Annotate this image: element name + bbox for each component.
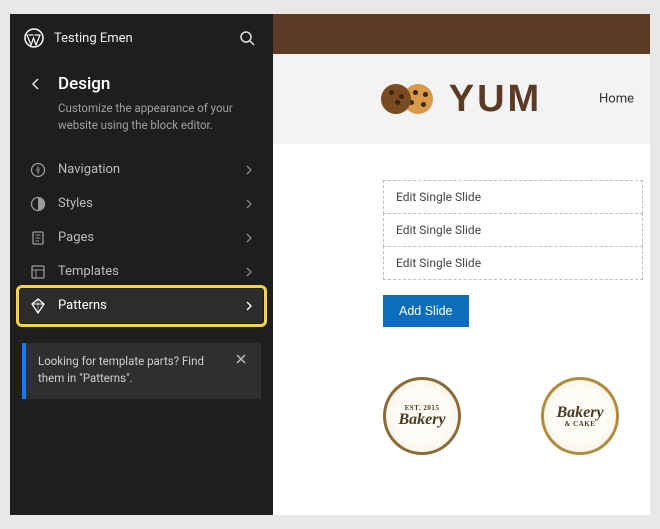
notice-text: Looking for template parts? Find them in… <box>38 353 223 388</box>
editor-sidebar: Testing Emen Design Customize the appear… <box>10 14 273 515</box>
sidebar-item-navigation[interactable]: Navigation <box>20 153 263 187</box>
slide-edit-row[interactable]: Edit Single Slide <box>383 180 643 214</box>
sidebar-item-styles[interactable]: Styles <box>20 187 263 221</box>
badge-main-text: Bakery <box>398 412 445 428</box>
close-icon[interactable] <box>231 353 251 388</box>
preview-top-banner <box>273 14 650 54</box>
add-slide-button[interactable]: Add Slide <box>383 295 469 327</box>
half-circle-icon <box>30 196 46 212</box>
wordpress-logo-icon[interactable] <box>24 28 44 48</box>
chevron-right-icon <box>245 165 253 175</box>
sidebar-item-label: Pages <box>58 230 233 245</box>
diamond-icon <box>30 298 46 314</box>
section-title: Design <box>58 74 110 94</box>
template-parts-notice: Looking for template parts? Find them in… <box>22 343 261 400</box>
slide-edit-row[interactable]: Edit Single Slide <box>383 246 643 280</box>
badge-row: EST. 2015 Bakery Bakery & CAKE <box>273 327 650 455</box>
design-menu: Navigation Styles Pages <box>10 153 273 323</box>
back-chevron-icon[interactable] <box>26 74 46 94</box>
section-header: Design <box>10 60 273 98</box>
slider-block: Edit Single Slide Edit Single Slide Edit… <box>273 144 650 327</box>
chevron-right-icon <box>245 301 253 311</box>
sidebar-item-templates[interactable]: Templates <box>20 255 263 289</box>
page-icon <box>30 230 46 246</box>
chevron-right-icon <box>245 267 253 277</box>
badge-main-text: Bakery <box>556 405 603 421</box>
app-frame: Testing Emen Design Customize the appear… <box>10 14 650 515</box>
site-preview: YUM Home Edit Single Slide Edit Single S… <box>273 14 650 515</box>
section-description: Customize the appearance of your website… <box>10 98 273 153</box>
sidebar-topbar: Testing Emen <box>10 14 273 60</box>
sidebar-item-label: Navigation <box>58 162 233 177</box>
sidebar-item-patterns[interactable]: Patterns <box>20 289 263 323</box>
chevron-right-icon <box>245 233 253 243</box>
compass-icon <box>30 162 46 178</box>
slide-edit-row[interactable]: Edit Single Slide <box>383 213 643 247</box>
bakery-badge-1: EST. 2015 Bakery <box>383 377 461 455</box>
sidebar-item-pages[interactable]: Pages <box>20 221 263 255</box>
badge-subtext: & CAKE <box>556 421 603 428</box>
layout-icon <box>30 264 46 280</box>
nav-link-home[interactable]: Home <box>599 92 634 107</box>
cookie-logo-icon <box>381 84 433 114</box>
site-logo-text: YUM <box>449 78 542 121</box>
sidebar-item-label: Styles <box>58 196 233 211</box>
site-name[interactable]: Testing Emen <box>54 31 225 46</box>
sidebar-item-label: Patterns <box>58 298 233 313</box>
bakery-badge-2: Bakery & CAKE <box>541 377 619 455</box>
chevron-right-icon <box>245 199 253 209</box>
sidebar-item-label: Templates <box>58 264 233 279</box>
site-header: YUM Home <box>273 54 650 144</box>
search-icon[interactable] <box>235 26 259 50</box>
